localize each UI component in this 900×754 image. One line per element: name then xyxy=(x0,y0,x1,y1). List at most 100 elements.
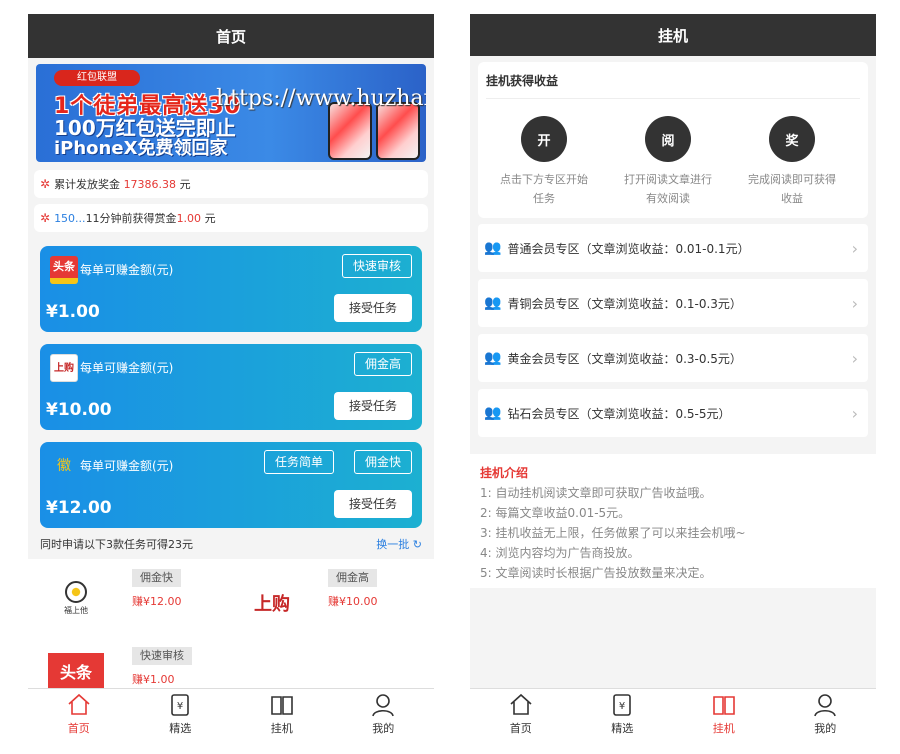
tab-mine[interactable]: 我的 xyxy=(775,689,877,738)
step-desc: 点击下方专区开始 任务 xyxy=(500,173,588,205)
list-item[interactable]: 头条 xyxy=(48,653,104,693)
idle-header: 挂机 xyxy=(470,14,876,56)
earn-card: 挂机获得收益 开 点击下方专区开始 任务 阅 打开阅读文章进行 有效阅读 奖 完成阅… xyxy=(478,62,868,218)
task-tag: 快速审核 xyxy=(341,254,412,278)
recommend-header: 同时申请以下3款任务可得23元 换一批 ↻ xyxy=(40,536,422,552)
idle-screen: 挂机 挂机获得收益 开 点击下方专区开始 任务 阅 打开阅读文章进行 有效阅读 奖 … xyxy=(470,14,876,738)
promo-banner[interactable]: 红包联盟 1个徒弟最高送30 100万红包送完即止 iPhoneX免费领回家 h… xyxy=(36,64,426,162)
page-title: 挂机 xyxy=(657,26,688,45)
notice-total: ✲ 累计发放奖金 17386.38 元 xyxy=(34,170,428,198)
members-icon: 👥 xyxy=(484,240,502,256)
recommend-chip: 佣金高 xyxy=(328,569,377,587)
accept-task-button[interactable]: 接受任务 xyxy=(334,490,412,518)
intro-line: 3: 挂机收益无上限，任务做累了可以来挂会机哦~ xyxy=(480,526,746,540)
home-screen: 首页 红包联盟 1个徒弟最高送30 100万红包送完即止 iPhoneX免费领回… xyxy=(28,14,434,738)
zone-normal[interactable]: 👥 普通会员专区（文章浏览收益：0.01-0.1元） › xyxy=(478,224,868,272)
intro-line: 4: 浏览内容均为广告商投放。 xyxy=(480,546,640,560)
step-reward-icon: 奖 xyxy=(769,116,815,162)
watermark-text: https://www.huzhan.com/ishop24587 xyxy=(216,86,426,111)
home-icon xyxy=(510,693,532,715)
user-id: 150... xyxy=(54,211,86,225)
members-icon: 👥 xyxy=(484,350,502,366)
recommend-earn: 赚¥12.00 xyxy=(132,595,182,608)
tab-home[interactable]: 首页 xyxy=(470,689,572,738)
task-tag: 任务简单 xyxy=(263,450,334,474)
task-card[interactable]: 头条 每单可赚金额(元) 快速审核 ¥1.00 接受任务 xyxy=(40,246,422,332)
task-title: 每单可赚金额(元) xyxy=(80,459,174,473)
total-amount: 17386.38 xyxy=(123,177,177,191)
earn-title: 挂机获得收益 xyxy=(486,74,559,88)
task-card[interactable]: 上购 每单可赚金额(元) 佣金高 ¥10.00 接受任务 xyxy=(40,344,422,430)
yen-box-icon: ¥ xyxy=(613,693,632,716)
user-icon xyxy=(372,693,395,716)
tab-idle[interactable]: 挂机 xyxy=(231,689,333,738)
intro-line: 2: 每篇文章收益0.01-5元。 xyxy=(480,506,631,520)
task-title: 每单可赚金额(元) xyxy=(80,361,174,375)
tab-mine[interactable]: 我的 xyxy=(333,689,435,738)
refresh-button[interactable]: 换一批 ↻ xyxy=(376,536,422,552)
idle-intro: 挂机介绍 1: 自动挂机阅读文章即可获取广告收益哦。 2: 每篇文章收益0.01… xyxy=(470,454,876,588)
tab-idle[interactable]: 挂机 xyxy=(673,689,775,738)
task-price: ¥10.00 xyxy=(46,400,112,420)
notice-latest: ✲ 150... 11分钟前获得赏金 1.00 元 xyxy=(34,204,428,232)
bottom-tab-bar: 首页 ¥ 精选 挂机 我的 xyxy=(28,688,434,738)
recommend-chip: 佣金快 xyxy=(132,569,181,587)
emblem-logo-icon: 徽 xyxy=(57,458,71,474)
step-open-icon: 开 xyxy=(521,116,567,162)
accept-task-button[interactable]: 接受任务 xyxy=(334,392,412,420)
chevron-right-icon: › xyxy=(851,238,858,258)
accept-task-button[interactable]: 接受任务 xyxy=(334,294,412,322)
task-tag: 佣金高 xyxy=(353,352,412,376)
step-desc: 打开阅读文章进行 有效阅读 xyxy=(624,173,712,205)
intro-line: 5: 文章阅读时长根据广告投放数量来决定。 xyxy=(480,566,712,580)
bottom-tab-bar: 首页 ¥ 精选 挂机 我的 xyxy=(470,688,876,738)
brand-logo-icon xyxy=(65,581,87,603)
tab-selected[interactable]: ¥ 精选 xyxy=(572,689,674,738)
pinwheel-icon: ✲ xyxy=(40,211,51,225)
shanggou-logo-icon: 上购 xyxy=(50,354,78,382)
intro-title: 挂机介绍 xyxy=(480,466,529,480)
chevron-right-icon: › xyxy=(851,348,858,368)
tab-selected[interactable]: ¥ 精选 xyxy=(130,689,232,738)
reward-amount: 1.00 xyxy=(176,211,202,225)
intro-line: 1: 自动挂机阅读文章即可获取广告收益哦。 xyxy=(480,486,712,500)
task-title: 每单可赚金额(元) xyxy=(80,263,174,277)
zone-gold[interactable]: 👥 黄金会员专区（文章浏览收益：0.3-0.5元） › xyxy=(478,334,868,382)
list-item[interactable]: 福上他 xyxy=(48,577,104,633)
svg-text:¥: ¥ xyxy=(177,701,183,712)
task-card[interactable]: 徽 每单可赚金额(元) 任务简单 佣金快 ¥12.00 接受任务 xyxy=(40,442,422,528)
refresh-icon: ↻ xyxy=(412,538,422,551)
page-title: 首页 xyxy=(215,27,246,46)
user-icon xyxy=(814,693,837,716)
recommend-chip: 快速审核 xyxy=(132,647,192,665)
home-icon xyxy=(68,693,90,715)
banner-line3: iPhoneX免费领回家 xyxy=(54,138,228,159)
chevron-right-icon: › xyxy=(851,403,858,423)
home-header: 首页 xyxy=(28,14,434,58)
recommend-title: 同时申请以下3款任务可得23元 xyxy=(40,538,193,551)
recommend-earn: 赚¥10.00 xyxy=(328,595,378,608)
recommend-earn: 赚¥1.00 xyxy=(132,673,175,686)
yen-box-icon: ¥ xyxy=(171,693,190,716)
book-icon xyxy=(270,695,293,715)
task-price: ¥12.00 xyxy=(46,498,112,518)
stage: 首页 红包联盟 1个徒弟最高送30 100万红包送完即止 iPhoneX免费领回… xyxy=(0,0,900,754)
members-icon: 👥 xyxy=(484,405,502,421)
chevron-right-icon: › xyxy=(851,293,858,313)
tab-home[interactable]: 首页 xyxy=(28,689,130,738)
recommend-list: 福上他 佣金快 赚¥12.00 上购 佣金高 赚¥10.00 头条 快速审核 赚… xyxy=(28,559,434,699)
banner-brand: 红包联盟 xyxy=(54,70,140,86)
members-icon: 👥 xyxy=(484,295,502,311)
task-tag: 佣金快 xyxy=(353,450,412,474)
divider xyxy=(486,98,860,99)
pinwheel-icon: ✲ xyxy=(40,177,51,191)
toutiao-logo-icon: 头条 xyxy=(50,256,78,284)
zone-bronze[interactable]: 👥 青铜会员专区（文章浏览收益：0.1-0.3元） › xyxy=(478,279,868,327)
zone-diamond[interactable]: 👥 钻石会员专区（文章浏览收益：0.5-5元） › xyxy=(478,389,868,437)
step-desc: 完成阅读即可获得 收益 xyxy=(748,173,836,205)
book-icon xyxy=(712,695,735,715)
step-read-icon: 阅 xyxy=(645,116,691,162)
list-item[interactable]: 上购 xyxy=(240,573,304,637)
task-price: ¥1.00 xyxy=(46,302,100,322)
svg-text:¥: ¥ xyxy=(619,701,625,712)
